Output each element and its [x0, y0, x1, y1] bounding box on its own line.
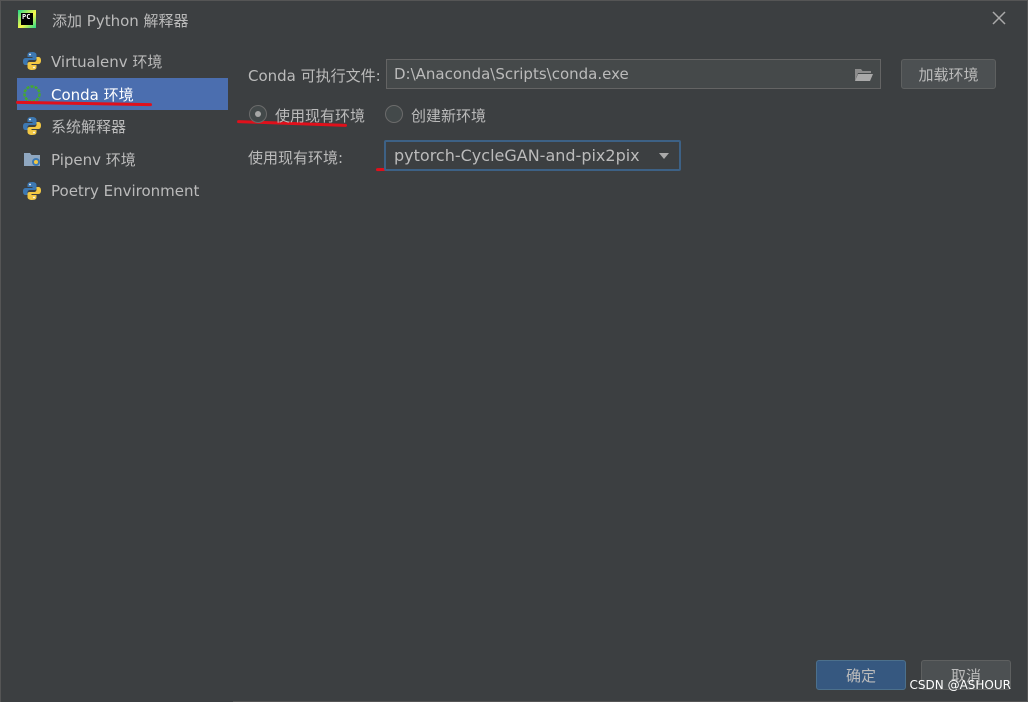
- existing-env-value: pytorch-CycleGAN-and-pix2pix: [394, 146, 640, 165]
- watermark: CSDN @ASHOUR: [909, 678, 1011, 692]
- create-new-env-radio[interactable]: [385, 105, 403, 123]
- existing-env-label: 使用现有环境:: [248, 149, 344, 167]
- sidebar-item-label: Pipenv 环境: [51, 150, 136, 169]
- sidebar-item-virtualenv[interactable]: Virtualenv 环境: [17, 45, 228, 77]
- close-icon[interactable]: [991, 10, 1007, 26]
- window-title: 添加 Python 解释器: [52, 12, 189, 30]
- create-new-env-radio-label[interactable]: 创建新环境: [411, 105, 486, 126]
- sidebar-item-label: 系统解释器: [51, 117, 127, 136]
- add-interpreter-dialog: PC 添加 Python 解释器 Virtualenv 环境 Conda 环境 …: [0, 0, 1028, 702]
- conda-exe-input[interactable]: [387, 60, 880, 88]
- sidebar-item-label: Poetry Environment: [51, 182, 200, 200]
- pipenv-icon: [21, 148, 43, 170]
- python-icon: [21, 180, 43, 202]
- sidebar-item-system-interpreter[interactable]: 系统解释器: [17, 110, 228, 142]
- sidebar-item-poetry[interactable]: Poetry Environment: [17, 175, 228, 207]
- use-existing-env-radio[interactable]: [249, 105, 267, 123]
- existing-env-dropdown[interactable]: pytorch-CycleGAN-and-pix2pix: [384, 140, 681, 171]
- conda-exe-label: Conda 可执行文件:: [248, 67, 381, 85]
- conda-exe-field[interactable]: [386, 59, 881, 89]
- sidebar-item-pipenv[interactable]: Pipenv 环境: [17, 143, 228, 175]
- python-icon: [21, 50, 43, 72]
- chevron-down-icon: [659, 153, 669, 159]
- pycharm-icon: PC: [18, 10, 36, 28]
- python-icon: [21, 115, 43, 137]
- ok-button[interactable]: 确定: [816, 660, 906, 690]
- folder-open-icon[interactable]: [854, 67, 874, 83]
- interpreter-type-sidebar: Virtualenv 环境 Conda 环境 系统解释器 Pipenv 环境 P…: [1, 39, 233, 702]
- load-environments-button[interactable]: 加载环境: [901, 59, 996, 89]
- use-existing-env-radio-label[interactable]: 使用现有环境: [275, 105, 365, 126]
- sidebar-item-label: Virtualenv 环境: [51, 52, 163, 71]
- title-bar: PC 添加 Python 解释器: [1, 1, 1027, 39]
